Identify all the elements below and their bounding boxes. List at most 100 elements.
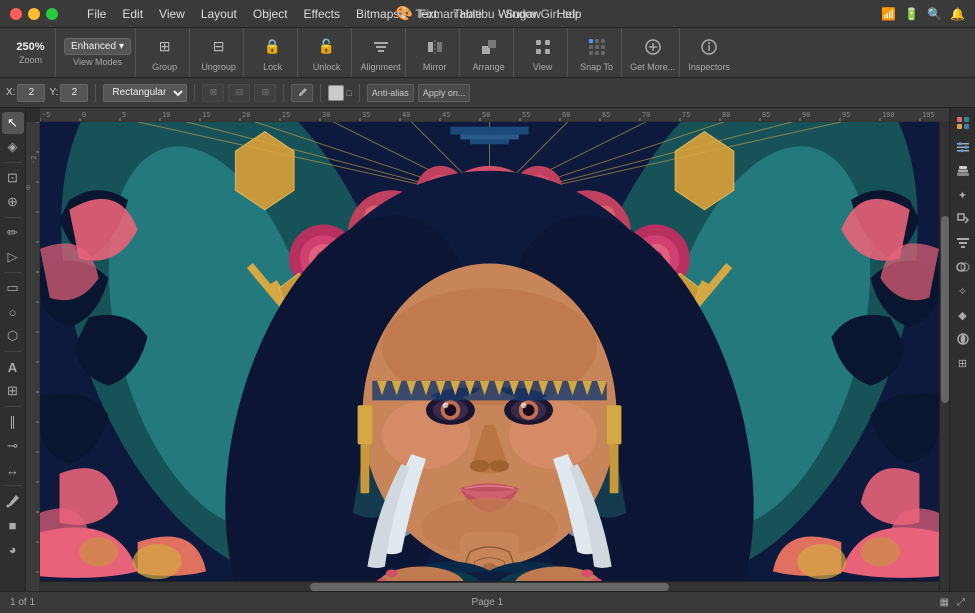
measure-tool[interactable]: ↔ bbox=[2, 459, 24, 481]
unlock-button[interactable]: 🔓 bbox=[312, 34, 342, 60]
page-name: Page 1 bbox=[471, 597, 503, 608]
horizontal-scrollbar-thumb[interactable] bbox=[310, 583, 670, 591]
align-panel-tool[interactable] bbox=[952, 232, 974, 254]
group-tool-group: ⊞ Group bbox=[140, 28, 190, 77]
left-tool-divider-2 bbox=[4, 217, 22, 218]
view-icon bbox=[532, 36, 554, 58]
inspectors-button[interactable] bbox=[694, 34, 724, 60]
selection-type-select[interactable]: Rectangular Elliptical Freehand bbox=[103, 84, 187, 102]
polygon-tool[interactable]: ⬡ bbox=[2, 325, 24, 347]
crop-tool[interactable]: ⊡ bbox=[2, 167, 24, 189]
view-button[interactable] bbox=[528, 34, 558, 60]
ungroup-icon: ⊟ bbox=[208, 36, 230, 58]
y-label: Y: bbox=[49, 87, 58, 98]
svg-text:65: 65 bbox=[602, 111, 610, 119]
group-icon: ⊞ bbox=[154, 36, 176, 58]
battery-icon: 🔋 bbox=[904, 7, 919, 21]
menu-item-layout[interactable]: Layout bbox=[194, 5, 244, 23]
anti-alias-btn[interactable]: Anti-alias bbox=[367, 84, 414, 102]
vertical-scrollbar[interactable] bbox=[939, 122, 949, 591]
shaping-panel-tool[interactable] bbox=[952, 256, 974, 278]
prop-btn-3[interactable]: ⊞ bbox=[254, 84, 276, 102]
prop-divider-5 bbox=[359, 84, 360, 102]
svg-text:15: 15 bbox=[202, 111, 210, 119]
powerclip-panel-tool[interactable]: ⊞ bbox=[952, 352, 974, 374]
lock-button[interactable]: 🔒 bbox=[258, 34, 288, 60]
coord-x-group: X: bbox=[6, 84, 45, 102]
menu-item-edit[interactable]: Edit bbox=[115, 5, 150, 23]
mirror-tool-group: Mirror bbox=[410, 28, 460, 77]
eyedrop-tool[interactable] bbox=[2, 490, 24, 512]
minimize-button[interactable] bbox=[28, 8, 40, 20]
horizontal-scrollbar[interactable] bbox=[40, 581, 939, 591]
svg-text:5: 5 bbox=[122, 111, 126, 119]
alignment-button[interactable] bbox=[366, 34, 396, 60]
color-styles-panel-tool[interactable] bbox=[952, 328, 974, 350]
menu-item-object[interactable]: Object bbox=[246, 5, 295, 23]
svg-text:95: 95 bbox=[842, 111, 850, 119]
connector-tool[interactable]: ⊸ bbox=[2, 435, 24, 457]
eyedrop-btn[interactable] bbox=[291, 84, 313, 102]
properties-panel-tool[interactable] bbox=[952, 136, 974, 158]
svg-text:45: 45 bbox=[442, 111, 450, 119]
get-more-button[interactable] bbox=[638, 34, 668, 60]
svg-text:55: 55 bbox=[522, 111, 530, 119]
blend-tool[interactable]: ◕ bbox=[2, 538, 24, 560]
maximize-button[interactable] bbox=[46, 8, 58, 20]
table-tool[interactable]: ⊞ bbox=[2, 380, 24, 402]
effects-panel-tool[interactable]: ✧ bbox=[952, 280, 974, 302]
freehand-tool[interactable]: ✏ bbox=[2, 222, 24, 244]
prop-btn-1[interactable]: ⊠ bbox=[202, 84, 224, 102]
smart-fill-tool[interactable]: ▷ bbox=[2, 246, 24, 268]
mirror-icon bbox=[424, 36, 446, 58]
vertical-scrollbar-thumb[interactable] bbox=[941, 216, 949, 404]
prop-btn-2[interactable]: ⊟ bbox=[228, 84, 250, 102]
menu-item-file[interactable]: File bbox=[80, 5, 113, 23]
view-mode-button[interactable]: Enhanced ▾ bbox=[64, 38, 131, 55]
x-input[interactable] bbox=[17, 84, 45, 102]
apply-btn[interactable]: Apply on... bbox=[418, 84, 471, 102]
ellipse-tool[interactable]: ○ bbox=[2, 301, 24, 323]
node-tool[interactable]: ◈ bbox=[2, 136, 24, 158]
menu-item-view[interactable]: View bbox=[152, 5, 192, 23]
mirror-button[interactable] bbox=[420, 34, 450, 60]
select-tool[interactable]: ↖ bbox=[2, 112, 24, 134]
text-tool[interactable]: A bbox=[2, 356, 24, 378]
object-props-panel-tool[interactable]: ◆ bbox=[952, 304, 974, 326]
group-button[interactable]: ⊞ bbox=[150, 34, 180, 60]
color-palette-tool[interactable] bbox=[952, 112, 974, 134]
prop-divider-1 bbox=[95, 84, 96, 102]
menu-item-effects[interactable]: Effects bbox=[297, 5, 347, 23]
transform-panel-tool[interactable] bbox=[952, 208, 974, 230]
get-more-label: Get More... bbox=[630, 62, 675, 72]
left-toolbar: ↖ ◈ ⊡ ⊕ ✏ ▷ ▭ ○ ⬡ A ⊞ ∥ ⊸ ↔ ■ ◕ bbox=[0, 108, 26, 591]
ungroup-button[interactable]: ⊟ bbox=[204, 34, 234, 60]
symbols-panel-tool[interactable]: ✦ bbox=[952, 184, 974, 206]
fill-tool[interactable]: ■ bbox=[2, 514, 24, 536]
svg-text:20: 20 bbox=[242, 111, 250, 119]
title-bar: File Edit View Layout Object Effects Bit… bbox=[0, 0, 975, 28]
canvas-with-ruler: -5 0 5 10 15 20 25 30 35 bbox=[26, 108, 949, 591]
parallel-tool[interactable]: ∥ bbox=[2, 411, 24, 433]
prop-divider-4 bbox=[320, 84, 321, 102]
inspectors-tool-group: Inspectors bbox=[684, 28, 734, 77]
layers-panel-tool[interactable] bbox=[952, 160, 974, 182]
arrange-button[interactable] bbox=[474, 34, 504, 60]
color-swatch[interactable] bbox=[328, 85, 344, 101]
rect-tool[interactable]: ▭ bbox=[2, 277, 24, 299]
snap-to-button[interactable] bbox=[582, 34, 612, 60]
svg-text:50: 50 bbox=[482, 111, 490, 119]
page-counter: 1 of 1 bbox=[10, 597, 35, 608]
zoom-tool[interactable]: ⊕ bbox=[2, 191, 24, 213]
vertical-ruler: -2 0 bbox=[26, 122, 40, 591]
canvas-main bbox=[40, 122, 939, 591]
y-input[interactable] bbox=[60, 84, 88, 102]
workspace[interactable] bbox=[40, 122, 939, 581]
close-button[interactable] bbox=[10, 8, 22, 20]
canvas-inner: -2 0 bbox=[26, 122, 949, 591]
zoom-label: Zoom bbox=[19, 55, 42, 65]
svg-text:85: 85 bbox=[762, 111, 770, 119]
x-label: X: bbox=[6, 87, 15, 98]
svg-text:0: 0 bbox=[82, 111, 86, 119]
svg-text:40: 40 bbox=[402, 111, 410, 119]
